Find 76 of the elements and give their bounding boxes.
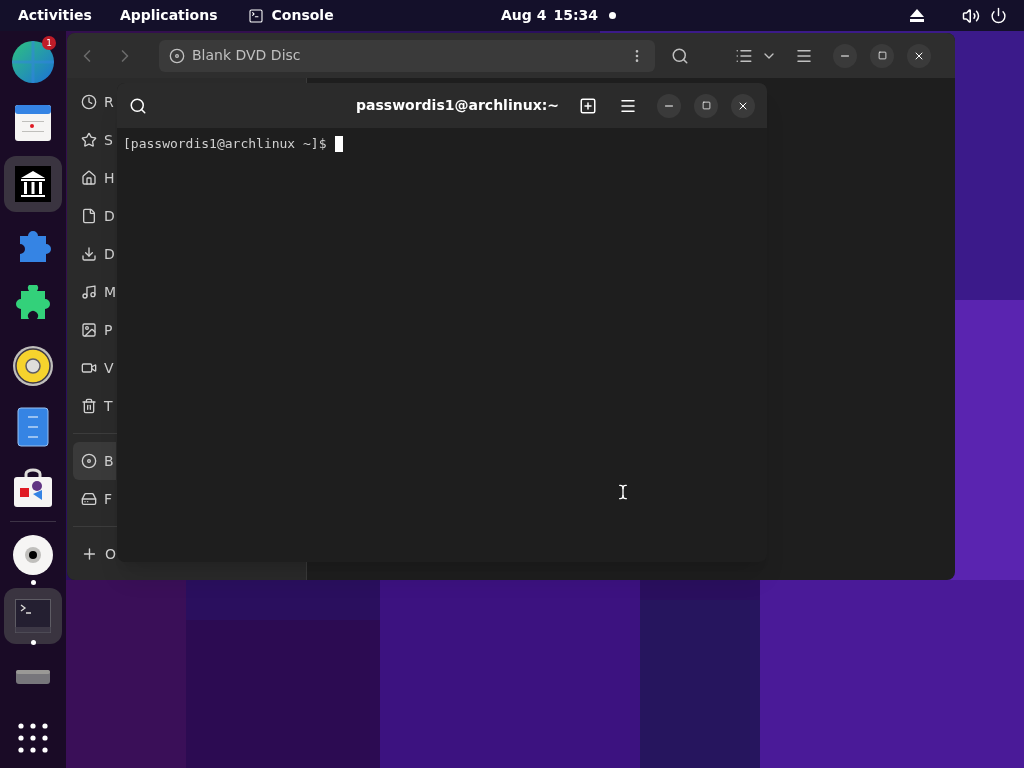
terminal-icon xyxy=(15,599,51,634)
dock-item[interactable] xyxy=(4,155,62,212)
place-icon xyxy=(81,132,97,148)
time: 15:34 xyxy=(553,6,599,25)
power-icon xyxy=(990,7,1007,24)
notification-badge: 1 xyxy=(42,36,56,51)
location-bar[interactable]: Blank DVD Disc xyxy=(159,39,655,72)
sidebar-item[interactable]: T xyxy=(73,387,116,425)
close-button[interactable] xyxy=(907,43,931,68)
date: Aug 4 xyxy=(501,6,547,25)
sidebar-item[interactable]: H xyxy=(73,159,116,197)
sidebar-item[interactable]: F xyxy=(73,480,116,518)
search-icon xyxy=(671,46,689,65)
place-icon xyxy=(81,246,97,262)
sidebar-label: H xyxy=(104,168,115,188)
sidebar-label: S xyxy=(104,130,113,150)
minimize-button[interactable] xyxy=(657,93,681,118)
sidebar-item[interactable]: B xyxy=(73,442,116,480)
activities-button[interactable]: Activities xyxy=(18,5,92,26)
place-icon xyxy=(81,208,97,224)
sidebar-label: V xyxy=(104,358,114,378)
minimize-button[interactable] xyxy=(833,43,857,68)
place-icon xyxy=(81,284,97,300)
maximize-button[interactable] xyxy=(694,93,718,118)
disc-icon xyxy=(169,47,185,64)
sidebar-label: R xyxy=(104,92,114,112)
sidebar-label: D xyxy=(104,206,115,226)
search-icon xyxy=(129,96,147,115)
calendar-icon xyxy=(14,104,52,143)
place-icon xyxy=(81,360,97,376)
new-tab-icon xyxy=(579,96,597,115)
sidebar-label: P xyxy=(104,320,113,340)
maximize-icon xyxy=(701,101,711,110)
sidebar-label: F xyxy=(104,489,113,509)
globe-icon xyxy=(11,40,55,85)
sidebar-item[interactable]: R xyxy=(73,83,116,121)
speaker-icon xyxy=(12,345,54,388)
app-menu[interactable]: Console xyxy=(247,5,334,26)
maximize-icon xyxy=(877,51,887,60)
building-icon xyxy=(15,165,51,202)
shell-prompt: [passwordis1@archlinux ~]$ xyxy=(123,135,327,153)
sidebar-label: O xyxy=(104,544,116,564)
dock-item[interactable]: 1 xyxy=(4,34,62,91)
sidebar-item[interactable]: S xyxy=(73,121,116,159)
place-icon xyxy=(81,170,97,186)
applications-menu[interactable]: Applications xyxy=(119,5,218,26)
clock[interactable]: Aug 4 15:34 xyxy=(501,5,599,26)
place-icon xyxy=(81,398,97,414)
sidebar-item[interactable]: D xyxy=(73,197,116,235)
sidebar-label: B xyxy=(104,451,114,471)
close-button[interactable] xyxy=(731,93,755,118)
drive-icon xyxy=(16,669,50,684)
sidebar-label: T xyxy=(104,396,113,416)
sidebar-item[interactable]: D xyxy=(73,235,116,273)
sidebar-item[interactable]: V xyxy=(73,349,116,387)
place-icon xyxy=(81,322,97,338)
volume-icon xyxy=(962,6,980,25)
app-grid-icon xyxy=(18,722,48,753)
place-icon xyxy=(81,94,97,110)
disc-icon xyxy=(12,534,54,577)
eject-icon xyxy=(910,9,924,22)
maximize-button[interactable] xyxy=(870,43,894,68)
text-cursor xyxy=(334,135,343,152)
sidebar-label: D xyxy=(104,244,115,264)
place-icon xyxy=(81,491,97,507)
document-icon xyxy=(17,406,49,447)
sidebar-item[interactable]: O xyxy=(73,535,116,573)
sidebar-label: M xyxy=(103,282,116,302)
place-icon xyxy=(81,545,98,563)
window-title: passwordis1@archlinux:~ xyxy=(356,96,559,115)
shopping-bag-icon xyxy=(13,467,53,508)
location-text: Blank DVD Disc xyxy=(192,46,302,65)
terminal-icon xyxy=(247,7,264,24)
place-icon xyxy=(81,453,97,469)
sidebar-item[interactable]: M xyxy=(73,273,116,311)
sidebar-item[interactable]: P xyxy=(73,311,116,349)
